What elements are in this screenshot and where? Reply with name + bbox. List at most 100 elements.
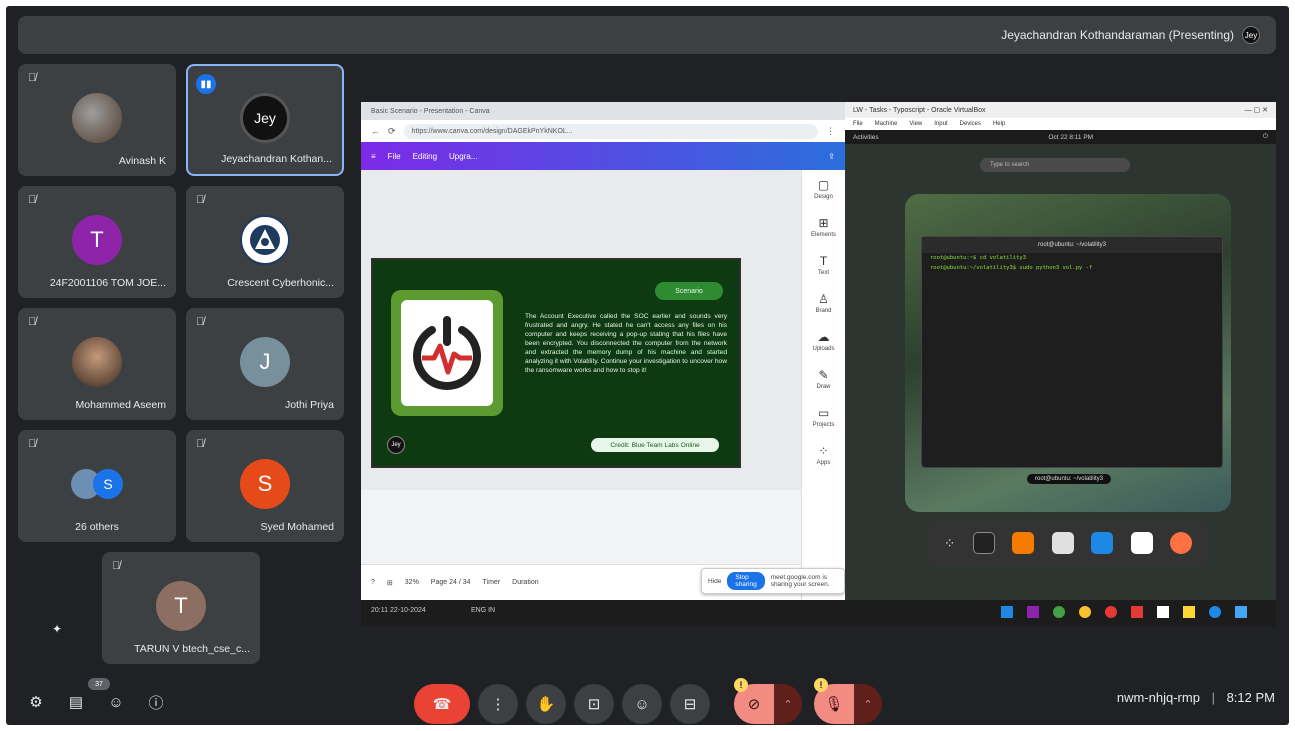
- activities-icon[interactable]: ⚙: [22, 688, 50, 716]
- camera-options-caret[interactable]: ⌃: [774, 684, 802, 724]
- vm-menu-item[interactable]: Devices: [960, 121, 981, 127]
- taskbar-app-icon[interactable]: [1027, 606, 1039, 618]
- canva-menu-icon[interactable]: ≡: [371, 152, 376, 161]
- refresh-icon[interactable]: ⟳: [388, 126, 396, 137]
- activities-button[interactable]: Activities: [853, 134, 879, 141]
- taskbar-app-icon[interactable]: [1001, 606, 1013, 618]
- power-heartbeat-icon: [401, 300, 493, 406]
- window-label: root@ubuntu: ~/volatility3: [1027, 474, 1111, 484]
- back-icon[interactable]: ←: [371, 126, 380, 136]
- participant-tile[interactable]: 🎙̸ T 24F2001106 TOM JOE...: [18, 186, 176, 298]
- participant-tile-active[interactable]: ▮▮ Jey Jeyachandran Kothan...: [186, 64, 344, 176]
- participant-tile[interactable]: 🎙̸ S Syed Mohamed: [186, 430, 344, 542]
- share-icon[interactable]: ⇪: [828, 152, 835, 161]
- participant-tile[interactable]: 🎙̸ Mohammed Aseem: [18, 308, 176, 420]
- present-button[interactable]: ⊡: [574, 684, 614, 724]
- chat-icon[interactable]: ▤: [62, 688, 90, 716]
- more-vert-icon: ⋮: [490, 696, 506, 713]
- taskbar-app-icon[interactable]: [1157, 606, 1169, 618]
- app-grid-icon[interactable]: ⁘: [944, 535, 956, 552]
- language-indicator[interactable]: ENG IN: [471, 607, 495, 614]
- participant-tile[interactable]: 🎙̸ Crescent Cyberhonic...: [186, 186, 344, 298]
- topbar-clock[interactable]: Oct 22 8:11 PM: [1048, 134, 1093, 141]
- windows-start-icon[interactable]: [1235, 606, 1247, 618]
- others-count-label: 26 others: [75, 521, 119, 533]
- meeting-controls: ⚙ ▤ 37 ☺ ⓘ ☎ ⋮ ✋ ⊡ ☺ ⊟ ⊘ ⌃ ! 🎙 ⌃ ! nwm-n…: [6, 674, 1289, 725]
- vm-menu-item[interactable]: View: [909, 121, 922, 127]
- upload-icon: ☁: [817, 330, 830, 344]
- files-dock-icon[interactable]: [1130, 532, 1153, 554]
- emoji-icon: ☺: [634, 695, 650, 713]
- grid-icon[interactable]: ⊞: [387, 579, 393, 587]
- window-controls[interactable]: — ▢ ✕: [1245, 106, 1268, 114]
- people-icon[interactable]: ☺: [102, 688, 130, 716]
- sidebar-elements[interactable]: ⊞ Elements: [802, 208, 845, 246]
- participant-name: Avinash K: [118, 155, 166, 167]
- duration-button[interactable]: Duration: [512, 579, 538, 586]
- vm-menu-item[interactable]: Help: [993, 121, 1005, 127]
- url-bar[interactable]: https://www.canva.com/design/DAGEkPnYkNK…: [403, 123, 818, 139]
- leave-call-button[interactable]: ☎: [414, 684, 470, 724]
- system-tray-icon[interactable]: ⏻: [1263, 133, 1268, 141]
- page-indicator[interactable]: Page 24 / 34: [431, 579, 471, 586]
- captions-button[interactable]: ⊟: [670, 684, 710, 724]
- participant-tile[interactable]: 🎙̸ Avinash K: [18, 64, 176, 176]
- upgrade-menu[interactable]: Upgra...: [449, 152, 477, 161]
- docs-dock-icon[interactable]: [1091, 532, 1114, 554]
- sidebar-apps[interactable]: ⁘ Apps: [802, 436, 845, 474]
- sidebar-brand[interactable]: ♙ Brand: [802, 284, 845, 322]
- avatar: [72, 336, 122, 387]
- sidebar-text[interactable]: T Text: [802, 246, 845, 284]
- stop-sharing-button[interactable]: Stop sharing: [727, 572, 765, 590]
- taskbar-app-icon[interactable]: [1183, 606, 1195, 618]
- taskbar-app-icon[interactable]: [1053, 606, 1065, 618]
- vm-menu-item[interactable]: File: [853, 121, 863, 127]
- taskbar-app-icon[interactable]: [1079, 606, 1091, 618]
- hide-button[interactable]: Hide: [708, 578, 721, 585]
- mic-off-icon: 🎙: [824, 696, 844, 713]
- vm-menu-item[interactable]: Machine: [875, 121, 898, 127]
- present-screen-icon: ⊡: [587, 696, 601, 713]
- reactions-button[interactable]: ☺: [622, 684, 662, 724]
- participant-tile[interactable]: 🎙̸ T TARUN V btech_cse_c...: [102, 552, 260, 664]
- participant-tile[interactable]: 🎙̸ J Jothi Priya: [186, 308, 344, 420]
- sidebar-design[interactable]: ▢ Design: [802, 170, 845, 208]
- firefox-dock-icon[interactable]: [1170, 532, 1193, 554]
- sidebar-uploads[interactable]: ☁ Uploads: [802, 322, 845, 360]
- meeting-code: nwm-nhjq-rmp: [1116, 690, 1200, 705]
- taskbar-app-icon[interactable]: [1209, 606, 1221, 618]
- mic-off-icon: 🎙̸: [196, 194, 205, 206]
- editor-dock-icon[interactable]: [1012, 532, 1035, 554]
- more-options-button[interactable]: ⋮: [478, 684, 518, 724]
- sharing-notice: Hide Stop sharing meet.google.com is sha…: [701, 568, 845, 594]
- mic-off-icon: 🎙̸: [28, 438, 37, 450]
- vm-search-field[interactable]: Type to search: [980, 158, 1130, 172]
- taskbar-app-icon[interactable]: [1131, 606, 1143, 618]
- vm-menu-item[interactable]: Input: [934, 121, 947, 127]
- pin-icon[interactable]: ✦: [52, 622, 62, 636]
- avatar: T: [156, 580, 206, 631]
- host-taskbar: 20:11 22-10-2024 ENG IN: [361, 600, 1276, 626]
- raise-hand-button[interactable]: ✋: [526, 684, 566, 724]
- editing-menu[interactable]: Editing: [413, 152, 437, 161]
- participant-name: 24F2001106 TOM JOE...: [49, 277, 166, 289]
- sidebar-draw[interactable]: ✎ Draw: [802, 360, 845, 398]
- sidebar-projects[interactable]: ▭ Projects: [802, 398, 845, 436]
- browser-tab-title[interactable]: Basic Scenario - Presentation - Canva: [371, 108, 490, 115]
- mic-options-caret[interactable]: ⌃: [854, 684, 882, 724]
- vm-title: LW - Tasks - Typoscript - Oracle Virtual…: [853, 106, 986, 114]
- participant-name: TARUN V btech_cse_c...: [134, 643, 250, 655]
- taskbar-clock[interactable]: 20:11 22-10-2024: [371, 607, 426, 614]
- zoom-level[interactable]: 32%: [405, 579, 419, 586]
- others-tile[interactable]: 🎙̸ S 26 others: [18, 430, 176, 542]
- software-dock-icon[interactable]: [1051, 532, 1074, 554]
- timer-button[interactable]: Timer: [483, 579, 501, 586]
- scenario-text: The Account Executive called the SOC ear…: [525, 313, 727, 374]
- terminal-window[interactable]: root@ubuntu: ~/volatility3 root@ubuntu:~…: [921, 236, 1223, 468]
- menu-icon[interactable]: ⋮: [826, 126, 835, 137]
- file-menu[interactable]: File: [388, 152, 401, 161]
- taskbar-app-icon[interactable]: [1105, 606, 1117, 618]
- terminal-dock-icon[interactable]: [972, 532, 995, 554]
- info-icon[interactable]: ⓘ: [142, 688, 170, 716]
- help-icon[interactable]: ?: [371, 579, 375, 586]
